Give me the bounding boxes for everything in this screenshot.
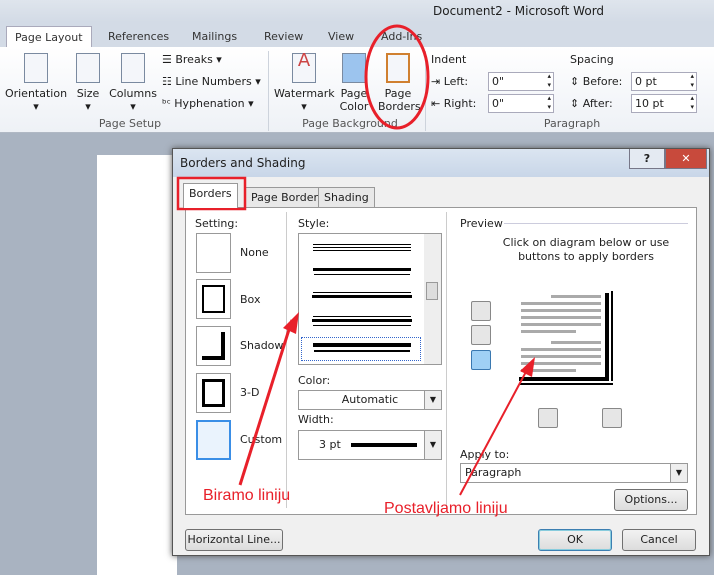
arrow-preview xyxy=(459,367,529,496)
annotation-left: Biramo liniju xyxy=(203,487,291,504)
annotation-overlay xyxy=(176,24,535,496)
highlight-ellipse xyxy=(364,24,430,130)
annotation-right: Postavljamo liniju xyxy=(384,500,508,517)
tab-borders[interactable]: Borders xyxy=(183,183,238,208)
arrow-style xyxy=(238,319,294,486)
